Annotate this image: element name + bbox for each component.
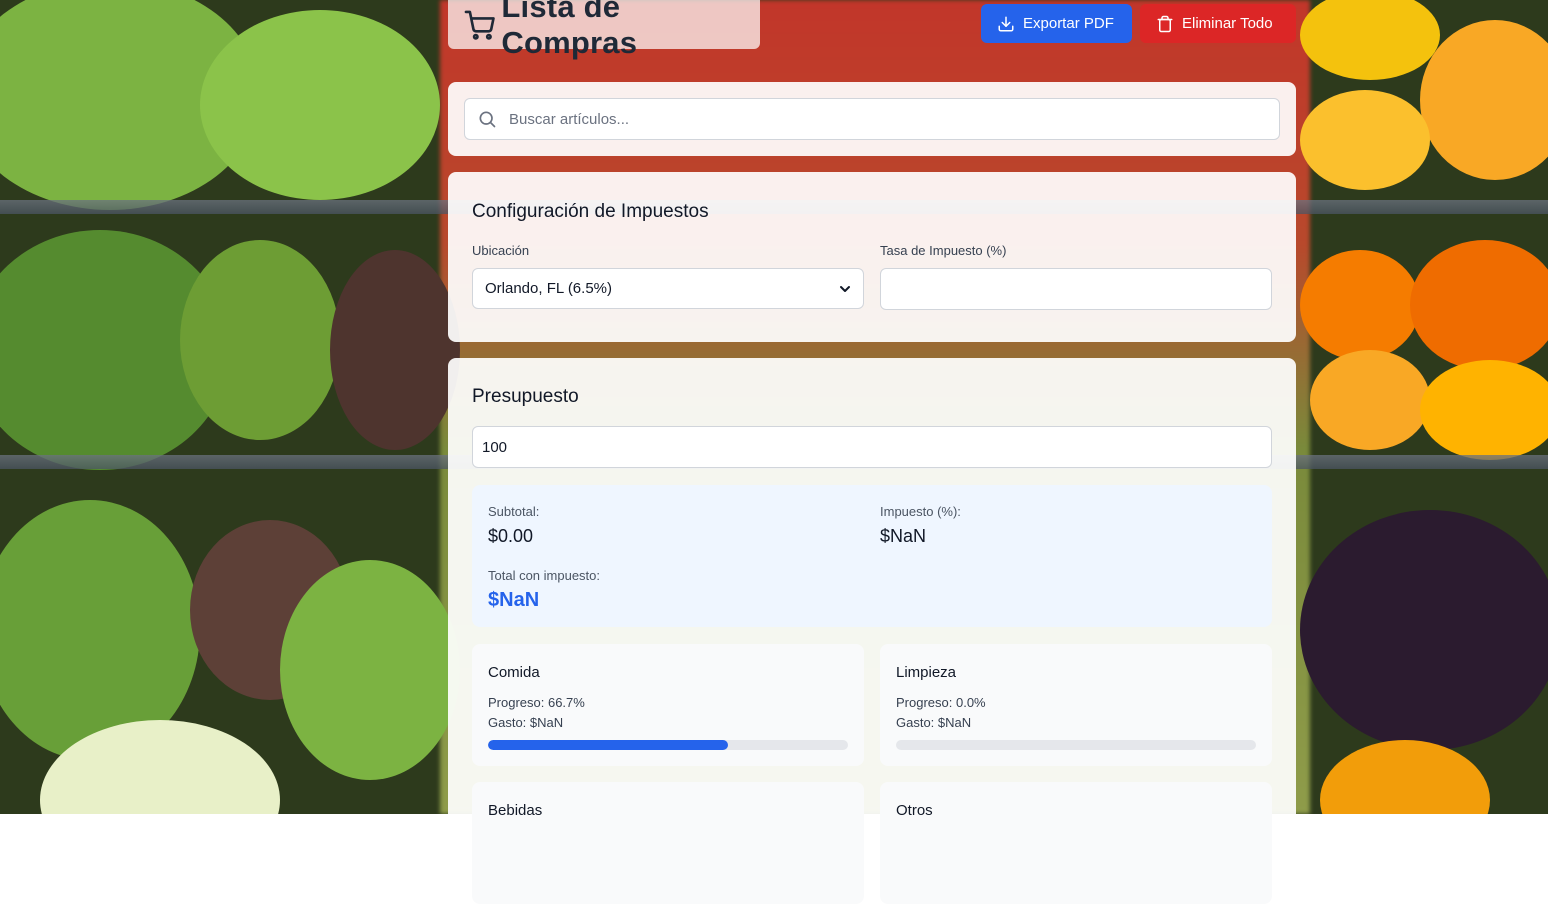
category-name: Bebidas bbox=[488, 802, 543, 819]
export-pdf-button[interactable]: Exportar PDF bbox=[981, 4, 1132, 43]
category-progress-text: Progreso: 0.0% bbox=[896, 695, 986, 710]
budget-input[interactable]: 100 bbox=[472, 426, 1272, 468]
subtotal-label: Subtotal: bbox=[488, 504, 540, 519]
category-spend-text: Gasto: $NaN bbox=[488, 715, 564, 730]
category-card-comida: Comida Progreso: 66.7% Gasto: $NaN bbox=[472, 644, 864, 766]
category-progress-text: Progreso: 66.7% bbox=[488, 695, 585, 710]
tax-amount-label: Impuesto (%): bbox=[880, 504, 961, 519]
page-title: Lista de Compras bbox=[501, 0, 638, 60]
tax-settings-heading: Configuración de Impuestos bbox=[472, 201, 709, 222]
category-name: Limpieza bbox=[896, 664, 957, 681]
category-progress-fill bbox=[488, 740, 729, 750]
budget-heading: Presupuesto bbox=[472, 386, 579, 407]
category-card-bebidas: Bebidas bbox=[472, 782, 864, 904]
search-icon bbox=[479, 111, 496, 128]
delete-all-label: Eliminar Todo bbox=[1182, 15, 1273, 32]
tax-rate-input[interactable] bbox=[880, 268, 1272, 310]
tax-amount-value: $NaN bbox=[880, 526, 927, 546]
app-title-block: Lista de Compras bbox=[448, 0, 760, 60]
tax-settings-card: Configuración de Impuestos Ubicación Tas… bbox=[448, 172, 1296, 342]
tax-rate-label: Tasa de Impuesto (%) bbox=[880, 243, 1007, 258]
category-progress-bar bbox=[896, 740, 1256, 750]
category-card-otros: Otros bbox=[880, 782, 1272, 904]
category-name: Comida bbox=[488, 664, 540, 681]
download-icon bbox=[998, 16, 1014, 31]
delete-all-button[interactable]: Eliminar Todo bbox=[1140, 4, 1296, 43]
export-pdf-label: Exportar PDF bbox=[1023, 15, 1114, 32]
budget-summary: Subtotal: $0.00 Impuesto (%): $NaN Total… bbox=[472, 485, 1272, 627]
chevron-down-icon bbox=[840, 285, 850, 292]
budget-value: 100 bbox=[482, 438, 508, 456]
category-progress-bar bbox=[488, 740, 848, 750]
category-name: Otros bbox=[896, 802, 933, 819]
trash-icon bbox=[1157, 15, 1173, 32]
category-spend-text: Gasto: $NaN bbox=[896, 715, 972, 730]
search-input[interactable] bbox=[507, 109, 1271, 129]
location-selected-value: Orlando, FL (6.5%) bbox=[485, 280, 612, 297]
location-select[interactable]: Orlando, FL (6.5%) bbox=[472, 268, 864, 309]
budget-card: Presupuesto 100 Subtotal: $0.00 Impuesto… bbox=[448, 358, 1296, 904]
subtotal-value: $0.00 bbox=[488, 526, 534, 546]
shopping-cart-icon bbox=[464, 10, 495, 40]
header: Lista de Compras Exportar PDF Eliminar T… bbox=[448, 0, 1296, 60]
location-label: Ubicación bbox=[472, 243, 530, 258]
search-card bbox=[448, 82, 1296, 156]
total-label: Total con impuesto: bbox=[488, 568, 601, 583]
total-value: $NaN bbox=[488, 589, 540, 611]
category-card-limpieza: Limpieza Progreso: 0.0% Gasto: $NaN bbox=[880, 644, 1272, 766]
search-box bbox=[464, 98, 1280, 140]
